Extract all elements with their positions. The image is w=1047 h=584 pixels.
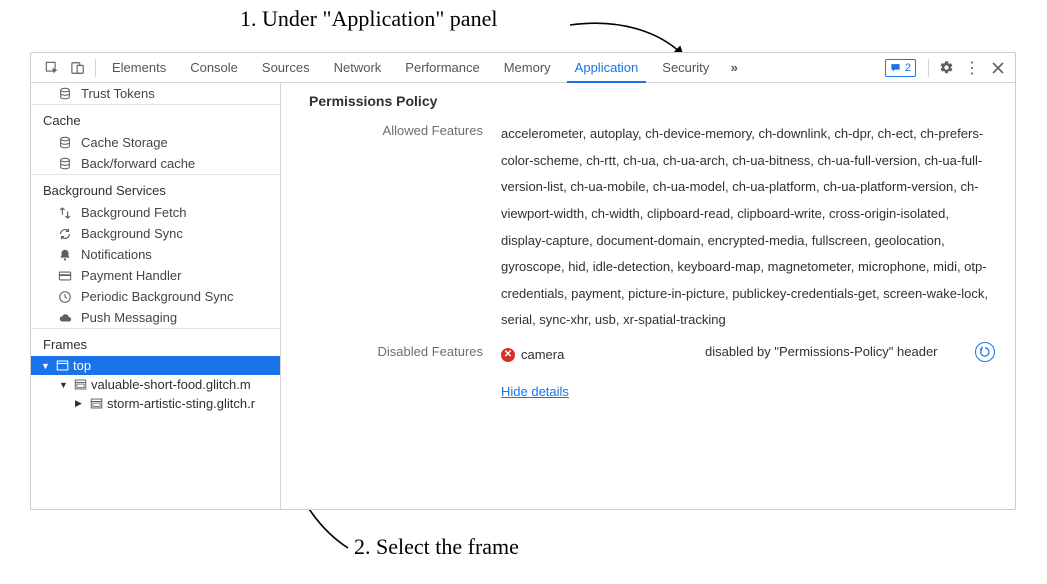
allowed-features-label: Allowed Features xyxy=(281,121,501,138)
disabled-feature-name: camera xyxy=(521,342,564,369)
tabs-overflow-button[interactable]: » xyxy=(721,60,747,75)
sidebar-item-label: Notifications xyxy=(81,247,152,262)
tab-console[interactable]: Console xyxy=(178,53,250,82)
device-toggle-icon[interactable] xyxy=(65,53,91,82)
cloud-icon xyxy=(57,311,73,325)
kebab-menu-icon[interactable]: ⋮ xyxy=(959,53,985,82)
sidebar-item-label: Cache Storage xyxy=(81,135,168,150)
sidebar-item-trust-tokens[interactable]: Trust Tokens xyxy=(31,83,280,104)
database-icon xyxy=(57,157,73,171)
devtools-window: Elements Console Sources Network Perform… xyxy=(30,52,1016,510)
frame-row-grandchild[interactable]: ▶ storm-artistic-sting.glitch.r xyxy=(31,394,280,413)
sidebar-item-push-messaging[interactable]: Push Messaging xyxy=(31,307,280,328)
window-icon xyxy=(55,359,69,372)
disabled-features-row: Disabled Features ✕ camera disabled by "… xyxy=(281,338,1015,409)
tab-application[interactable]: Application xyxy=(563,53,651,82)
sidebar-item-label: Background Fetch xyxy=(81,205,187,220)
disclose-icon: ▶ xyxy=(75,398,85,409)
bell-icon xyxy=(57,248,73,262)
sidebar-item-label: Push Messaging xyxy=(81,310,177,325)
database-icon xyxy=(57,87,73,101)
tab-sources[interactable]: Sources xyxy=(250,53,322,82)
sidebar-section-background-services: Background Services xyxy=(31,174,280,202)
messages-count: 2 xyxy=(905,62,911,74)
allowed-features-row: Allowed Features accelerometer, autoplay… xyxy=(281,117,1015,338)
tabbar-separator-right xyxy=(928,59,929,77)
transfer-icon xyxy=(57,206,73,220)
tab-performance[interactable]: Performance xyxy=(393,53,491,82)
tabbar-tabs: Elements Console Sources Network Perform… xyxy=(100,53,721,82)
tabbar-right-controls: 2 ⋮ xyxy=(885,53,1015,82)
iframe-icon xyxy=(73,378,87,391)
devtools-tabbar: Elements Console Sources Network Perform… xyxy=(31,53,1015,83)
sync-icon xyxy=(57,227,73,241)
sidebar-item-label: Payment Handler xyxy=(81,268,181,283)
frame-label: storm-artistic-sting.glitch.r xyxy=(107,396,255,411)
frame-label: valuable-short-food.glitch.m xyxy=(91,377,251,392)
application-sidebar: Trust Tokens Cache Cache Storage Back/fo… xyxy=(31,83,281,509)
disclose-icon: ▼ xyxy=(41,361,51,371)
message-icon xyxy=(890,62,901,73)
annotation-step1: 1. Under "Application" panel xyxy=(240,6,497,32)
close-devtools-icon[interactable] xyxy=(985,53,1011,82)
panel-title: Permissions Policy xyxy=(281,89,1015,117)
sidebar-item-label: Periodic Background Sync xyxy=(81,289,233,304)
sidebar-item-bg-fetch[interactable]: Background Fetch xyxy=(31,202,280,223)
tab-network[interactable]: Network xyxy=(322,53,394,82)
main-panel: Permissions Policy Allowed Features acce… xyxy=(281,83,1015,509)
sidebar-item-bg-sync[interactable]: Background Sync xyxy=(31,223,280,244)
sidebar-item-label: Trust Tokens xyxy=(81,86,155,101)
credit-card-icon xyxy=(57,269,73,283)
tab-security[interactable]: Security xyxy=(650,53,721,82)
database-icon xyxy=(57,136,73,150)
clock-icon xyxy=(57,290,73,304)
disabled-features-label: Disabled Features xyxy=(281,342,501,359)
sidebar-item-periodic-sync[interactable]: Periodic Background Sync xyxy=(31,286,280,307)
sidebar-item-label: Back/forward cache xyxy=(81,156,195,171)
allowed-features-value: accelerometer, autoplay, ch-device-memor… xyxy=(501,121,999,334)
iframe-icon xyxy=(89,397,103,410)
reload-icon[interactable] xyxy=(975,342,995,362)
sidebar-item-notifications[interactable]: Notifications xyxy=(31,244,280,265)
sidebar-item-label: Background Sync xyxy=(81,226,183,241)
messages-count-button[interactable]: 2 xyxy=(885,59,916,77)
sidebar-section-cache: Cache xyxy=(31,104,280,132)
sidebar-item-payment-handler[interactable]: Payment Handler xyxy=(31,265,280,286)
frame-row-top[interactable]: ▼ top xyxy=(31,356,280,375)
frame-label: top xyxy=(73,358,91,373)
annotation-step2: 2. Select the frame xyxy=(354,534,519,560)
hide-details-link[interactable]: Hide details xyxy=(501,379,569,406)
tab-elements[interactable]: Elements xyxy=(100,53,178,82)
frame-row-child[interactable]: ▼ valuable-short-food.glitch.m xyxy=(31,375,280,394)
sidebar-item-cache-storage[interactable]: Cache Storage xyxy=(31,132,280,153)
sidebar-section-frames: Frames xyxy=(31,328,280,356)
error-icon: ✕ xyxy=(501,348,515,362)
disabled-feature-reason: disabled by "Permissions-Policy" header xyxy=(705,342,961,363)
settings-icon[interactable] xyxy=(933,53,959,82)
disabled-feature-item: ✕ camera xyxy=(501,342,691,369)
disclose-icon: ▼ xyxy=(59,380,69,390)
tabbar-separator xyxy=(95,59,96,77)
inspect-element-icon[interactable] xyxy=(39,53,65,82)
tab-memory[interactable]: Memory xyxy=(492,53,563,82)
sidebar-item-bf-cache[interactable]: Back/forward cache xyxy=(31,153,280,174)
